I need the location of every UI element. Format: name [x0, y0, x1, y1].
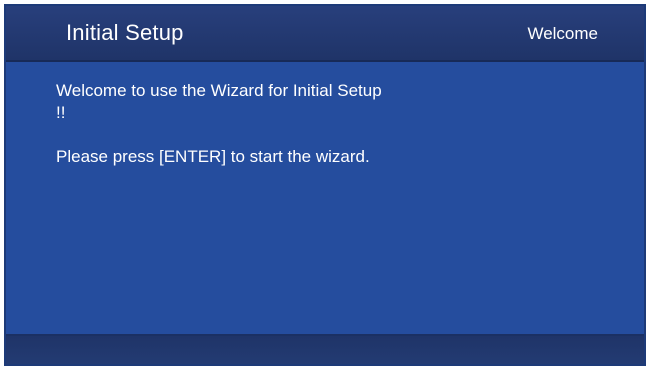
- instruction-message: Please press [ENTER] to start the wizard…: [56, 147, 370, 166]
- content-area: Welcome to use the Wizard for Initial Se…: [56, 80, 386, 190]
- setup-wizard-window: Initial Setup Welcome Welcome to use the…: [4, 4, 646, 366]
- header-bar: Initial Setup Welcome: [6, 6, 644, 62]
- page-title: Initial Setup: [66, 20, 184, 45]
- step-label: Welcome: [527, 24, 598, 43]
- footer-bar: [6, 334, 644, 364]
- welcome-message: Welcome to use the Wizard for Initial Se…: [56, 81, 382, 122]
